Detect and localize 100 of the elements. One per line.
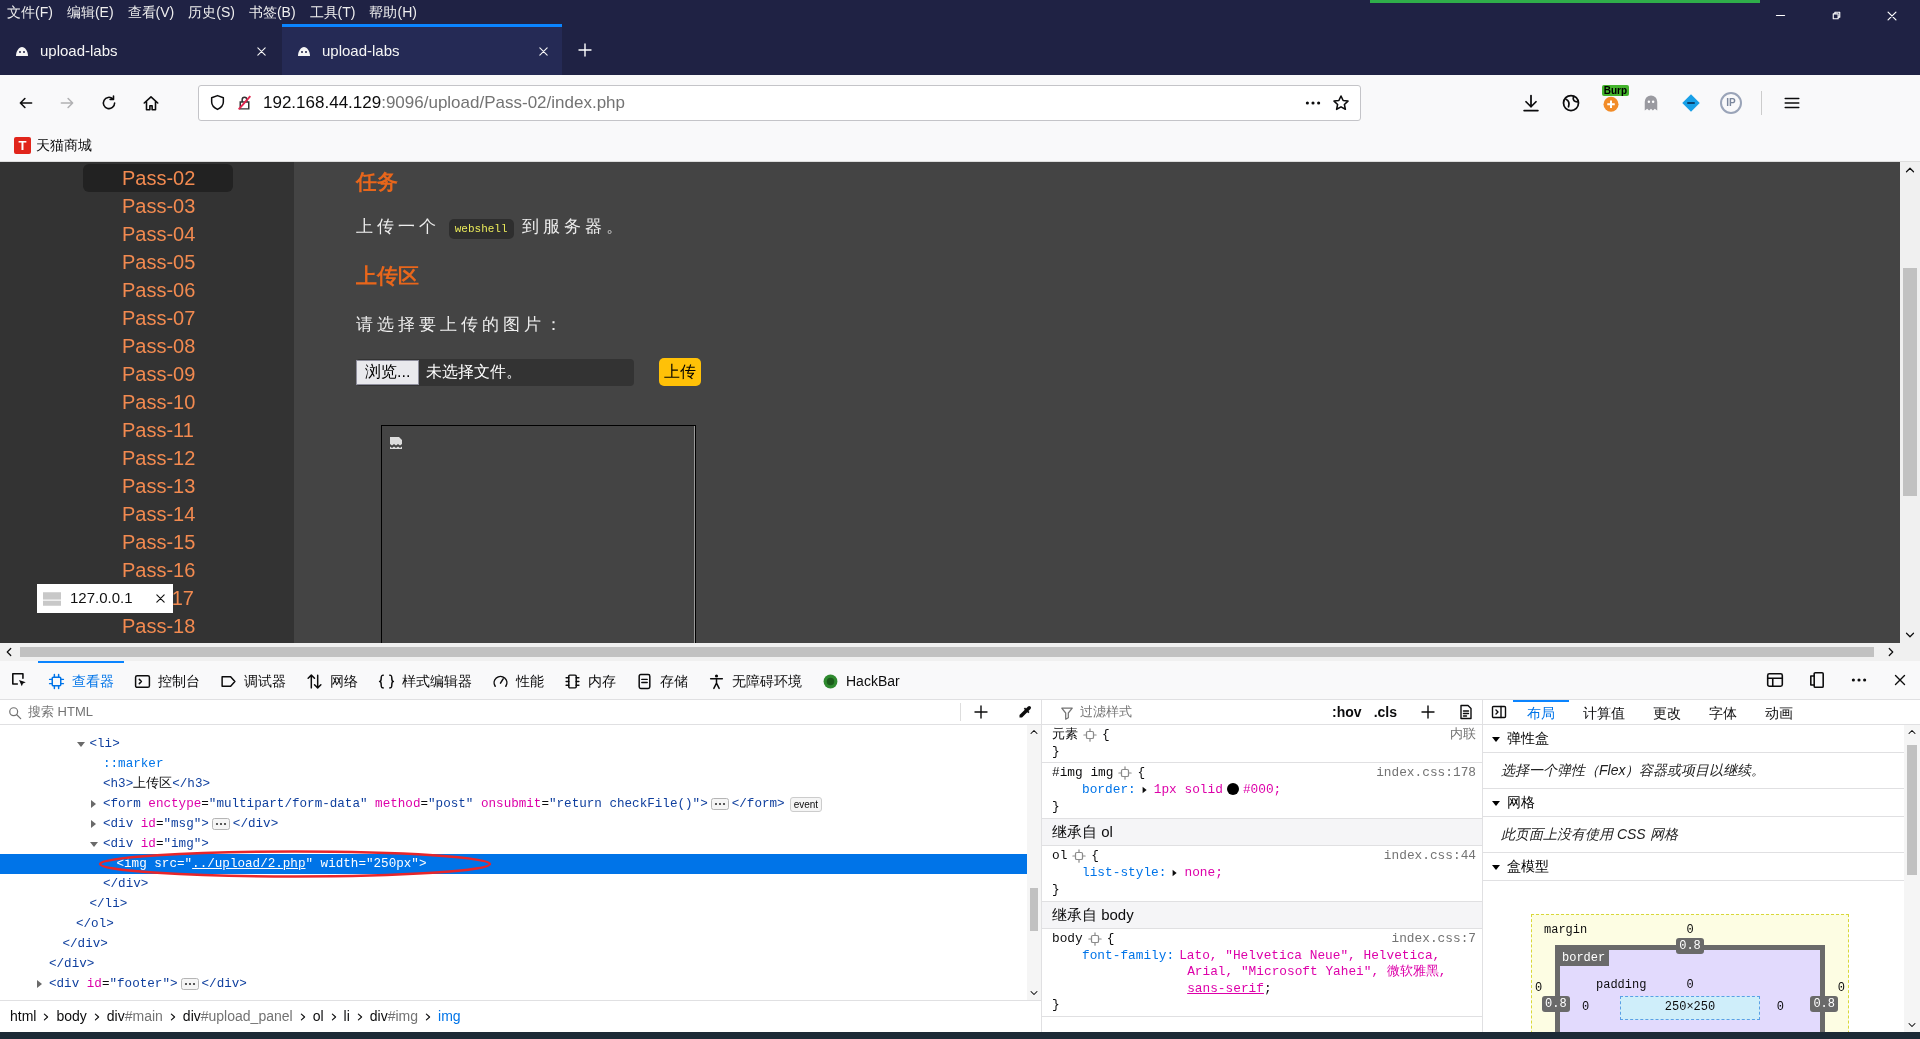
diamond-icon[interactable] xyxy=(1681,92,1701,113)
content-box[interactable]: 250×250 xyxy=(1620,996,1760,1020)
close-icon[interactable] xyxy=(154,592,167,605)
breadcrumb[interactable]: body xyxy=(56,1006,87,1027)
sidebar-link[interactable]: Pass-05 xyxy=(83,248,233,276)
globe-icon[interactable] xyxy=(1561,92,1581,113)
collapsed-content-icon[interactable] xyxy=(710,798,729,810)
hov-toggle[interactable]: :hov xyxy=(1329,701,1365,723)
menu-item[interactable]: 编辑(E) xyxy=(59,1,121,23)
close-icon[interactable] xyxy=(255,44,268,58)
bookmark-link[interactable]: T 天猫商城 xyxy=(14,135,92,156)
collapsed-content-icon[interactable] xyxy=(211,818,230,830)
pseudo-element[interactable]: ::marker xyxy=(103,754,164,774)
opening-tag[interactable]: <div id="img"> xyxy=(103,834,209,854)
sidebar-link[interactable]: Pass-15 xyxy=(83,528,233,556)
sidebar-link[interactable]: Pass-12 xyxy=(83,444,233,472)
box-model-value[interactable]: 0 xyxy=(1686,921,1694,941)
event-badge[interactable]: event xyxy=(789,796,823,812)
search-html-field[interactable]: 搜索 HTML xyxy=(28,702,948,722)
breadcrumb[interactable]: div#main xyxy=(106,1006,163,1027)
box-model-value[interactable]: 0 xyxy=(1837,979,1848,997)
add-rule-icon[interactable] xyxy=(1420,704,1436,720)
devtools-tab[interactable]: HackBar xyxy=(812,661,910,699)
browse-button[interactable]: 浏览... xyxy=(356,359,420,385)
scrollbar-thumb[interactable] xyxy=(20,647,1874,657)
menu-item[interactable]: 工具(T) xyxy=(302,1,363,23)
shield-icon[interactable] xyxy=(209,94,226,111)
collapse-triangle-icon[interactable] xyxy=(75,739,86,749)
sidebar-link[interactable]: Pass-07 xyxy=(83,304,233,332)
box-model-value[interactable]: 0.8 xyxy=(1676,938,1704,954)
sidebar-tab[interactable]: 动画 xyxy=(1751,700,1807,724)
sidebar-tab[interactable]: 更改 xyxy=(1639,700,1695,724)
highlight-target-icon[interactable] xyxy=(1072,848,1087,863)
css-source-link[interactable]: 内联 xyxy=(1450,727,1476,744)
scrollbar-thumb[interactable] xyxy=(1907,745,1917,875)
devtools-tab[interactable]: 样式编辑器 xyxy=(368,661,482,699)
box-model-value[interactable]: 0.8 xyxy=(1542,996,1570,1012)
upload-button[interactable]: 上传 xyxy=(659,358,701,386)
opening-tag[interactable]: <div id="msg"> xyxy=(103,814,209,834)
sidebar-tab[interactable]: 计算值 xyxy=(1569,700,1639,724)
css-source-link[interactable]: index.css:44 xyxy=(1383,848,1476,865)
eyedropper-icon[interactable] xyxy=(1017,704,1033,720)
browser-tab[interactable]: upload-labs xyxy=(282,24,562,75)
new-tab-icon[interactable] xyxy=(577,41,593,58)
css-value-link[interactable]: sans-serif xyxy=(1187,980,1264,996)
address-field[interactable]: 192.168.44.129:9096/upload/Pass-02/index.php xyxy=(198,84,1361,121)
devtools-tab[interactable]: 无障碍环境 xyxy=(698,661,812,699)
browser-tab[interactable]: upload-labs xyxy=(0,24,280,75)
sidebar-link[interactable]: Pass-16 xyxy=(83,556,233,584)
close-icon[interactable] xyxy=(1885,9,1899,23)
breadcrumb[interactable]: html xyxy=(10,1006,37,1027)
dock-icon[interactable] xyxy=(1766,671,1784,689)
css-source-link[interactable]: index.css:7 xyxy=(1391,931,1476,948)
add-node-icon[interactable] xyxy=(973,704,989,720)
print-media-icon[interactable] xyxy=(1458,704,1474,720)
breadcrumb[interactable]: img xyxy=(438,1006,461,1027)
sidebar-link[interactable]: Pass-14 xyxy=(83,500,233,528)
css-source-link[interactable]: index.css:178 xyxy=(1376,765,1476,782)
sidebar-link[interactable]: Pass-06 xyxy=(83,276,233,304)
scrollbar-thumb[interactable] xyxy=(1903,268,1917,496)
devtools-tab[interactable]: 存储 xyxy=(626,661,698,699)
highlight-target-icon[interactable] xyxy=(1087,931,1102,946)
element-picker-icon[interactable] xyxy=(10,671,28,689)
filter-styles-field[interactable]: 过滤样式 xyxy=(1080,702,1324,722)
sidebar-tab[interactable]: 字体 xyxy=(1695,700,1751,724)
star-icon[interactable] xyxy=(1332,93,1350,112)
extension-button[interactable]: Burp xyxy=(1591,83,1631,122)
highlight-target-icon[interactable] xyxy=(1083,727,1097,742)
box-model-value[interactable]: 0.8 xyxy=(1810,996,1838,1012)
box-model-value[interactable]: 0 xyxy=(1686,976,1694,996)
sidebar-link[interactable]: Pass-18 xyxy=(83,612,233,640)
download-icon[interactable] xyxy=(1521,92,1541,113)
box-model-value[interactable]: 0 xyxy=(1532,979,1543,997)
collapse-triangle-icon[interactable] xyxy=(89,839,99,849)
devtools-tab[interactable]: 内存 xyxy=(554,661,626,699)
menu-item[interactable]: 书签(B) xyxy=(241,1,303,23)
sidebar-link[interactable]: Pass-08 xyxy=(83,332,233,360)
menu-item[interactable]: 帮助(H) xyxy=(362,1,424,23)
menu-item[interactable]: 历史(S) xyxy=(181,1,242,23)
breadcrumb[interactable]: li xyxy=(343,1006,350,1027)
close-icon[interactable] xyxy=(537,44,550,58)
sidebar-link[interactable]: Pass-04 xyxy=(83,220,233,248)
devtools-tab[interactable]: 查看器 xyxy=(38,661,124,699)
devtools-tab[interactable]: 性能 xyxy=(482,661,554,699)
breadcrumb[interactable]: div#upload_panel xyxy=(182,1006,293,1027)
sidebar-link[interactable]: Pass-03 xyxy=(83,192,233,220)
breadcrumb[interactable]: ol xyxy=(312,1006,324,1027)
box-model-value[interactable]: 0 xyxy=(1760,996,1784,1020)
sidebar-link[interactable]: Pass-11 xyxy=(83,416,233,444)
highlight-target-icon[interactable] xyxy=(1118,765,1133,780)
opening-tag[interactable]: <li> xyxy=(89,734,120,754)
cls-toggle[interactable]: .cls xyxy=(1370,701,1400,723)
devtools-tab[interactable]: 控制台 xyxy=(124,661,210,699)
breadcrumb[interactable]: div#img xyxy=(369,1006,419,1027)
menu-item[interactable]: 文件(F) xyxy=(0,1,60,23)
responsive-icon[interactable] xyxy=(1808,671,1826,689)
menu-item[interactable]: 查看(V) xyxy=(120,1,182,23)
collapsed-content-icon[interactable] xyxy=(180,978,199,990)
sidebar-link[interactable]: Pass-10 xyxy=(83,388,233,416)
sidebar-link[interactable]: Pass-13 xyxy=(83,472,233,500)
